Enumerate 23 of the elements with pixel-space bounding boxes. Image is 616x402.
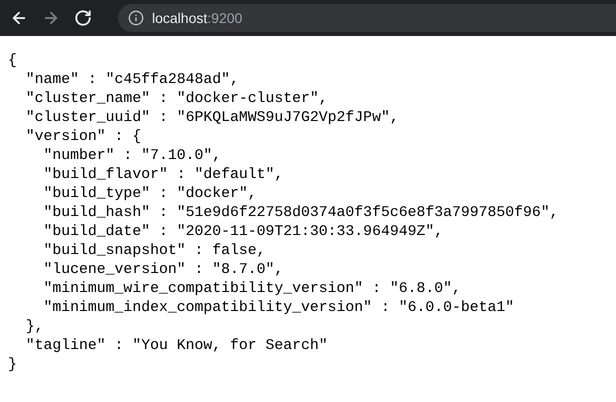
json-line: "name" : "c45ffa2848ad", [24,72,239,88]
json-line: "build_type" : "docker", [42,186,257,202]
json-line: "build_hash" : "51e9d6f22758d0374a0f3f5c6e8f3a7997850f96", [42,205,559,221]
json-line: "lucene_version" : "8.7.0", [42,262,284,278]
json-line: "build_snapshot" : false, [42,243,266,259]
json-line: "tagline" : "You Know, for Search" [24,338,328,354]
json-line: "minimum_wire_compatibility_version" : "6.8.0", [42,281,461,297]
info-icon [128,10,144,26]
back-icon [10,9,28,27]
json-line: "build_date" : "2020-11-09T21:30:33.964949Z", [42,224,444,240]
json-line: }, [24,319,44,335]
json-line: "build_flavor" : "default", [42,167,284,183]
json-line: { [8,53,17,69]
url-text: localhost:9200 [152,8,242,28]
address-bar[interactable]: localhost:9200 [118,4,616,32]
json-line: "version" : { [24,129,142,145]
json-line: "number" : "7.10.0", [42,148,222,164]
forward-icon [42,9,60,27]
json-line: } [8,357,17,373]
json-line: "cluster_name" : "docker-cluster", [24,91,328,107]
json-line: "cluster_uuid" : "6PKQLaMWS9uJ7G2Vp2fJPw", [24,110,399,126]
json-line: "minimum_index_compatibility_version" : "6.0.0-beta1" [42,300,514,316]
reload-icon [74,9,92,27]
